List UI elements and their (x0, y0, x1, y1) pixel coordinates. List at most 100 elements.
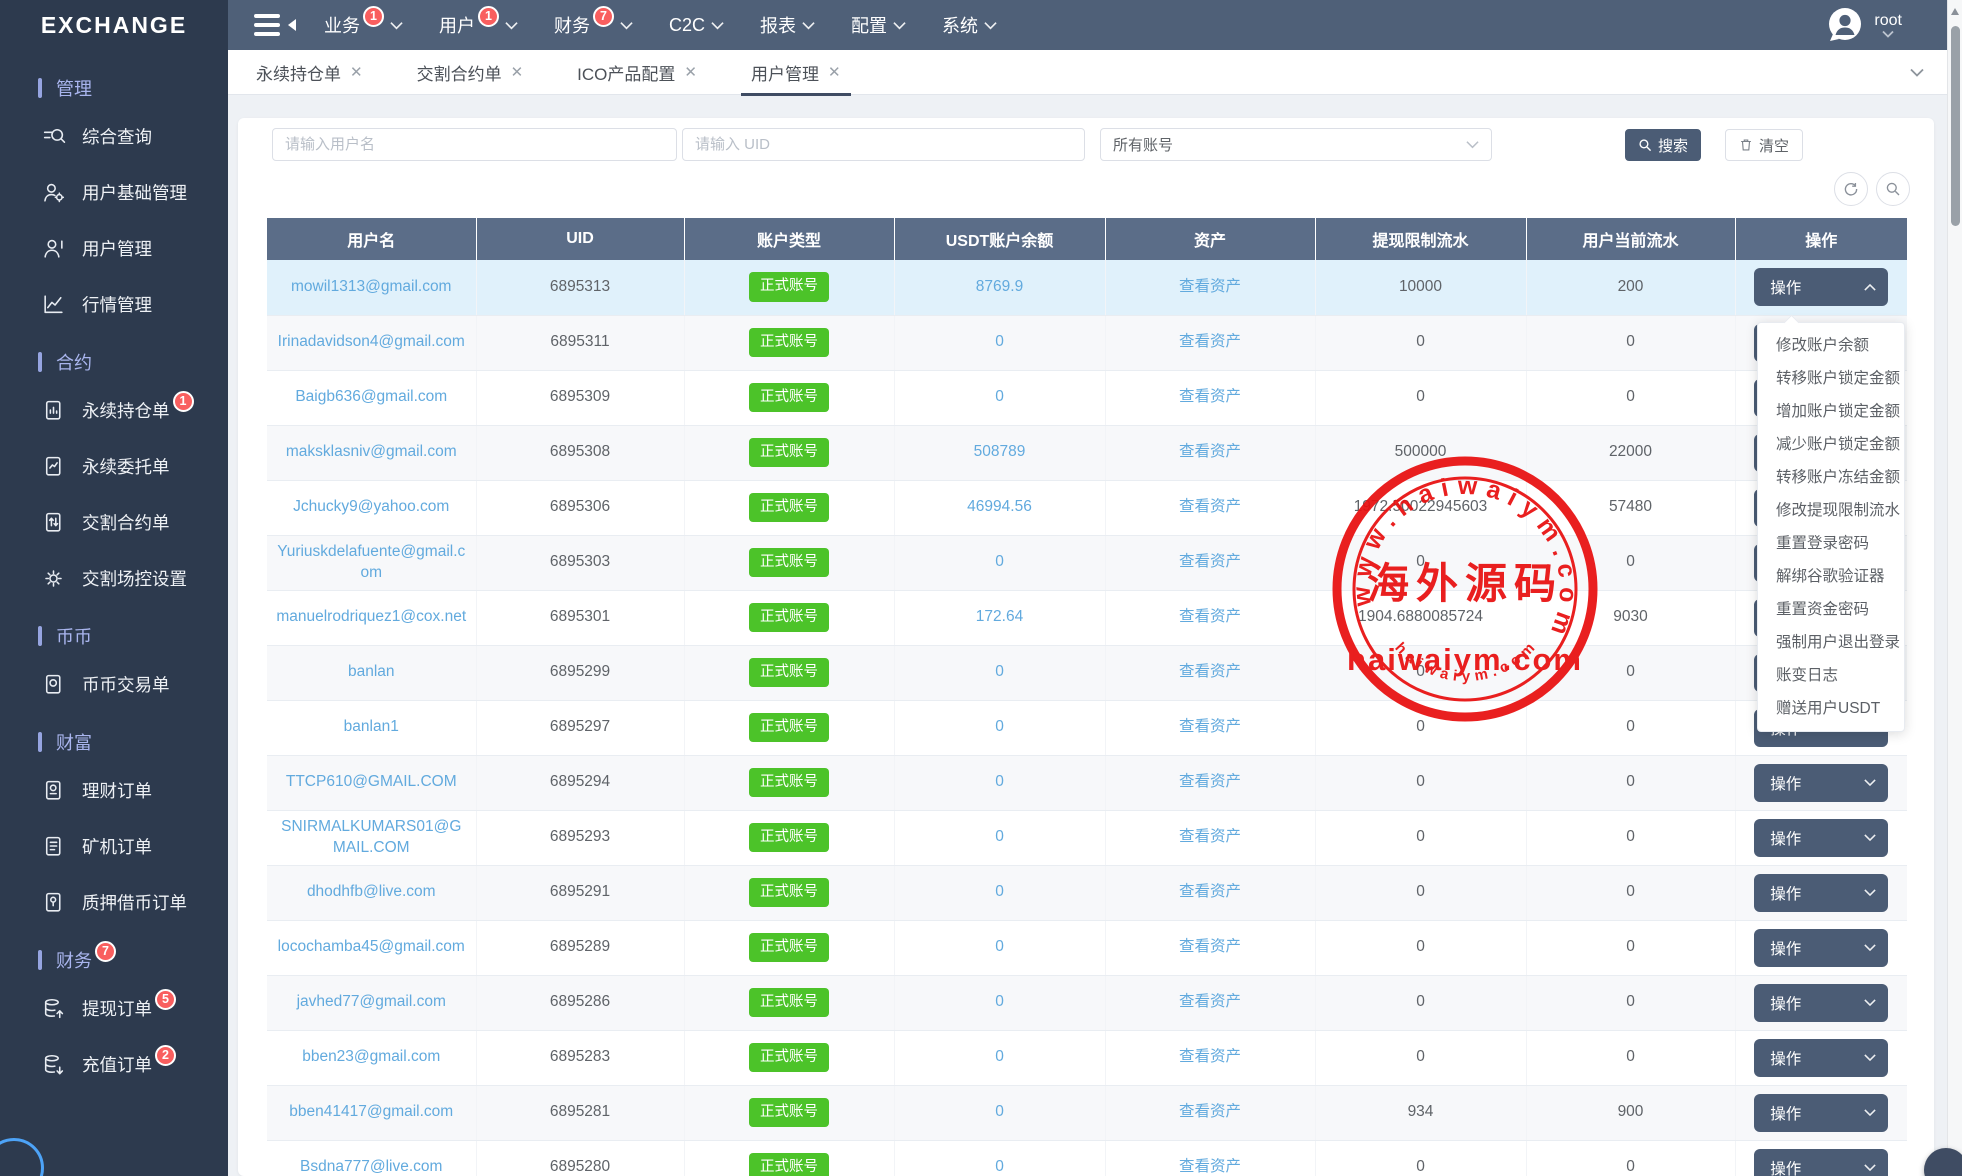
username-link[interactable]: Baigb636@gmail.com (295, 388, 447, 405)
close-icon[interactable]: ✕ (684, 63, 697, 81)
view-assets-link[interactable]: 查看资产 (1179, 498, 1241, 515)
sidebar-item-质押借币订单[interactable]: 质押借币订单 (0, 874, 228, 930)
view-assets-link[interactable]: 查看资产 (1179, 993, 1241, 1010)
sidebar-item-理财订单[interactable]: 理财订单 (0, 762, 228, 818)
view-assets-link[interactable]: 查看资产 (1179, 828, 1241, 845)
username-link[interactable]: javhed77@gmail.com (297, 993, 446, 1010)
sidebar-item-币币交易单[interactable]: 币币交易单 (0, 656, 228, 712)
usdt-balance-link[interactable]: 46994.56 (967, 498, 1032, 515)
uid-search-input[interactable] (682, 128, 1085, 161)
topnav-item-系统[interactable]: 系统 (942, 12, 997, 38)
usdt-balance-link[interactable]: 0 (995, 553, 1004, 570)
view-assets-link[interactable]: 查看资产 (1179, 883, 1241, 900)
username-link[interactable]: banlan (348, 663, 395, 680)
usdt-balance-link[interactable]: 0 (995, 333, 1004, 350)
view-assets-link[interactable]: 查看资产 (1179, 663, 1241, 680)
sidebar-item-综合查询[interactable]: 综合查询 (0, 108, 228, 164)
sidebar-item-充值订单[interactable]: 充值订单2 (0, 1036, 228, 1092)
username-link[interactable]: dhodhfb@live.com (307, 883, 436, 900)
usdt-balance-link[interactable]: 172.64 (976, 608, 1023, 625)
close-icon[interactable]: ✕ (828, 63, 841, 81)
topnav-item-配置[interactable]: 配置 (851, 12, 906, 38)
username-link[interactable]: bben23@gmail.com (302, 1048, 440, 1065)
usdt-balance-link[interactable]: 8769.9 (976, 278, 1023, 295)
row-action-button[interactable]: 操作 (1754, 268, 1888, 306)
row-action-button[interactable]: 操作 (1754, 1149, 1888, 1176)
menu-item-账变日志[interactable]: 账变日志 (1758, 659, 1904, 692)
username-link[interactable]: bben41417@gmail.com (289, 1103, 453, 1120)
username-link[interactable]: banlan1 (344, 718, 399, 735)
menu-item-强制用户退出登录[interactable]: 强制用户退出登录 (1758, 626, 1904, 659)
usdt-balance-link[interactable]: 0 (995, 388, 1004, 405)
topnav-item-报表[interactable]: 报表 (760, 12, 815, 38)
usdt-balance-link[interactable]: 508789 (974, 443, 1026, 460)
view-assets-link[interactable]: 查看资产 (1179, 938, 1241, 955)
username-link[interactable]: TTCP610@GMAIL.COM (286, 773, 457, 790)
vertical-scrollbar[interactable] (1947, 0, 1962, 1176)
view-assets-link[interactable]: 查看资产 (1179, 773, 1241, 790)
search-button[interactable]: 搜索 (1625, 129, 1701, 161)
account-type-select[interactable]: 所有账号 (1100, 128, 1492, 161)
sidebar-item-交割场控设置[interactable]: 交割场控设置 (0, 550, 228, 606)
row-action-button[interactable]: 操作 (1754, 819, 1888, 857)
usdt-balance-link[interactable]: 0 (995, 773, 1004, 790)
topnav-item-业务[interactable]: 业务1 (324, 12, 403, 38)
menu-item-减少账户锁定金额[interactable]: 减少账户锁定金额 (1758, 428, 1904, 461)
sidebar-item-交割合约单[interactable]: 交割合约单 (0, 494, 228, 550)
username-link[interactable]: maksklasniv@gmail.com (286, 443, 457, 460)
view-assets-link[interactable]: 查看资产 (1179, 718, 1241, 735)
usdt-balance-link[interactable]: 0 (995, 828, 1004, 845)
usdt-balance-link[interactable]: 0 (995, 718, 1004, 735)
collapse-menu-icon[interactable] (254, 14, 296, 36)
sidebar-item-矿机订单[interactable]: 矿机订单 (0, 818, 228, 874)
view-assets-link[interactable]: 查看资产 (1179, 278, 1241, 295)
tab-overflow-chevron-icon[interactable] (1910, 68, 1924, 77)
scroll-up-arrow-icon[interactable] (1951, 8, 1959, 15)
zoom-button[interactable] (1876, 172, 1910, 206)
row-action-button[interactable]: 操作 (1754, 764, 1888, 802)
view-assets-link[interactable]: 查看资产 (1179, 553, 1241, 570)
tab-ICO产品配置[interactable]: ICO产品配置✕ (567, 50, 707, 95)
clear-button[interactable]: 清空 (1725, 129, 1803, 161)
menu-item-赠送用户USDT[interactable]: 赠送用户USDT (1758, 692, 1904, 725)
usdt-balance-link[interactable]: 0 (995, 1103, 1004, 1120)
view-assets-link[interactable]: 查看资产 (1179, 608, 1241, 625)
username-link[interactable]: SNIRMALKUMARS01@GMAIL.COM (281, 818, 461, 856)
row-action-button[interactable]: 操作 (1754, 874, 1888, 912)
view-assets-link[interactable]: 查看资产 (1179, 443, 1241, 460)
row-action-button[interactable]: 操作 (1754, 1094, 1888, 1132)
menu-item-转移账户锁定金额[interactable]: 转移账户锁定金额 (1758, 362, 1904, 395)
tab-交割合约单[interactable]: 交割合约单✕ (407, 50, 534, 95)
user-menu[interactable]: root (1826, 6, 1902, 44)
username-link[interactable]: mowil1313@gmail.com (291, 278, 451, 295)
close-icon[interactable]: ✕ (511, 63, 524, 81)
username-link[interactable]: Irinadavidson4@gmail.com (278, 333, 465, 350)
usdt-balance-link[interactable]: 0 (995, 883, 1004, 900)
row-action-button[interactable]: 操作 (1754, 929, 1888, 967)
menu-item-修改提现限制流水[interactable]: 修改提现限制流水 (1758, 494, 1904, 527)
topnav-item-财务[interactable]: 财务7 (554, 12, 633, 38)
sidebar-float-ball[interactable] (0, 1138, 44, 1176)
usdt-balance-link[interactable]: 0 (995, 1158, 1004, 1175)
menu-item-重置资金密码[interactable]: 重置资金密码 (1758, 593, 1904, 626)
usdt-balance-link[interactable]: 0 (995, 938, 1004, 955)
view-assets-link[interactable]: 查看资产 (1179, 333, 1241, 350)
username-link[interactable]: Yuriuskdelafuente@gmail.com (277, 543, 465, 581)
username-link[interactable]: Jchucky9@yahoo.com (293, 498, 449, 515)
sidebar-item-提现订单[interactable]: 提现订单5 (0, 980, 228, 1036)
topnav-item-用户[interactable]: 用户1 (439, 12, 518, 38)
close-icon[interactable]: ✕ (350, 63, 363, 81)
sidebar-item-永续委托单[interactable]: 永续委托单 (0, 438, 228, 494)
scrollbar-thumb[interactable] (1951, 26, 1960, 226)
view-assets-link[interactable]: 查看资产 (1179, 1158, 1241, 1175)
tab-用户管理[interactable]: 用户管理✕ (741, 50, 851, 95)
menu-item-转移账户冻结金额[interactable]: 转移账户冻结金额 (1758, 461, 1904, 494)
menu-item-修改账户余额[interactable]: 修改账户余额 (1758, 329, 1904, 362)
username-link[interactable]: Bsdna777@live.com (300, 1158, 442, 1175)
view-assets-link[interactable]: 查看资产 (1179, 388, 1241, 405)
sidebar-item-用户基础管理[interactable]: 用户基础管理 (0, 164, 228, 220)
username-link[interactable]: locochamba45@gmail.com (278, 938, 465, 955)
usdt-balance-link[interactable]: 0 (995, 663, 1004, 680)
topnav-item-C2C[interactable]: C2C (669, 15, 724, 36)
username-link[interactable]: manuelrodriquez1@cox.net (276, 608, 466, 625)
